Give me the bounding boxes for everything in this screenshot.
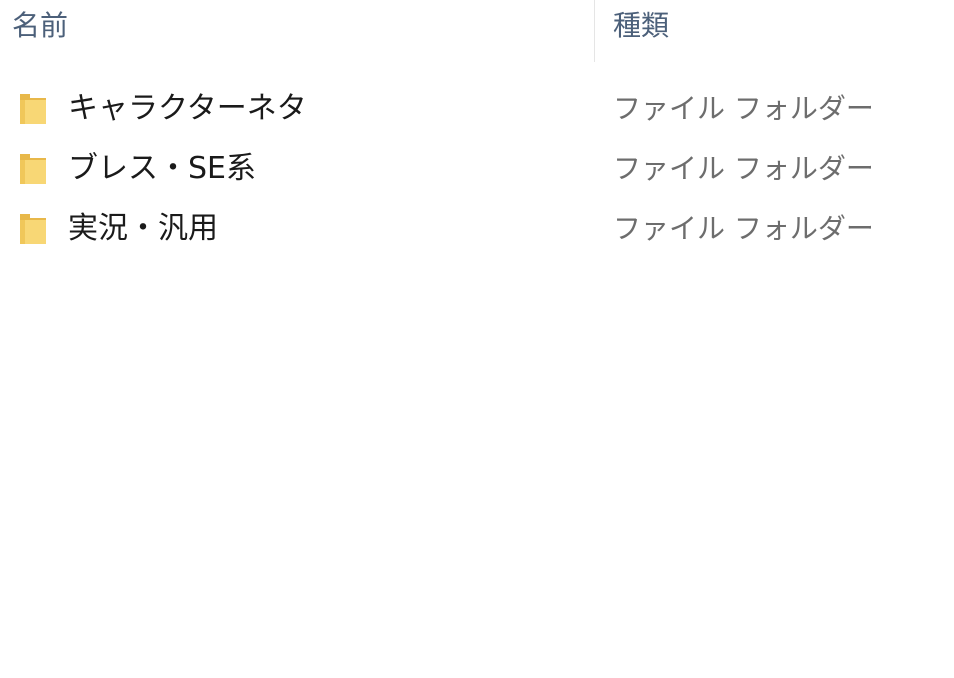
file-list: キャラクターネタ ファイル フォルダー ブレス・SE系 ファイル フォルダー 実… [0, 80, 954, 260]
column-header-bar: 名前 種類 [0, 0, 954, 62]
file-row-name: キャラクターネタ [68, 91, 307, 126]
file-row-type: ファイル フォルダー [613, 92, 874, 125]
folder-icon [20, 94, 46, 124]
column-header-name[interactable]: 名前 [12, 6, 68, 46]
file-row[interactable]: キャラクターネタ ファイル フォルダー [0, 80, 954, 140]
column-header-type[interactable]: 種類 [613, 6, 669, 46]
folder-icon [20, 214, 46, 244]
file-row[interactable]: 実況・汎用 ファイル フォルダー [0, 200, 954, 260]
folder-icon [20, 154, 46, 184]
file-row[interactable]: ブレス・SE系 ファイル フォルダー [0, 140, 954, 200]
file-row-name: 実況・汎用 [68, 211, 218, 246]
column-divider[interactable] [594, 0, 595, 62]
file-row-type: ファイル フォルダー [613, 212, 874, 245]
file-row-name: ブレス・SE系 [68, 151, 256, 186]
file-row-type: ファイル フォルダー [613, 152, 874, 185]
